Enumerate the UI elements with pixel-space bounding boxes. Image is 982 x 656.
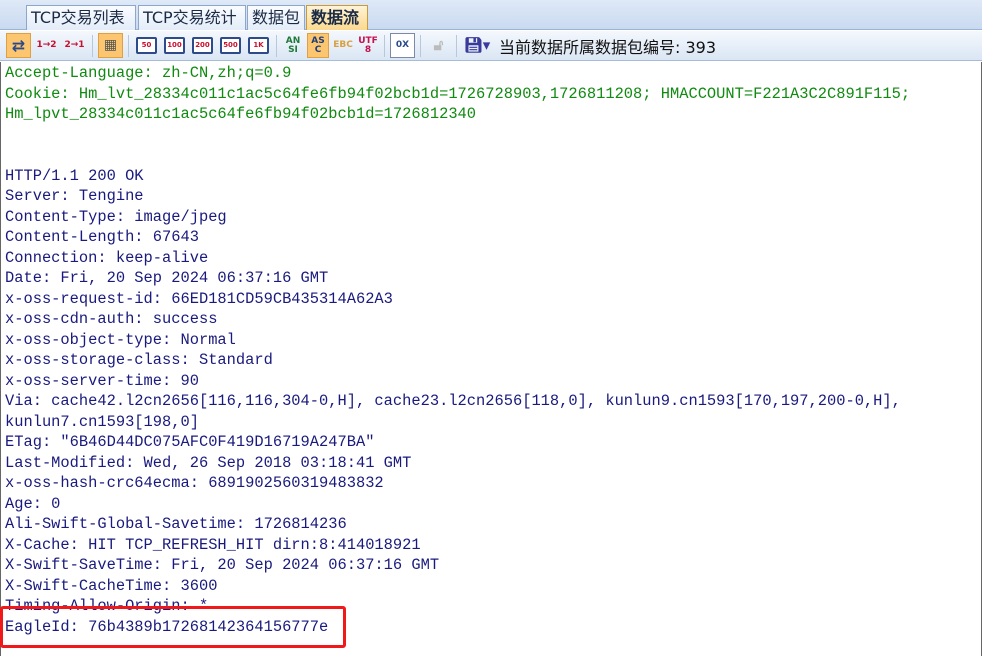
unlock-icon[interactable]: 🔓︎ [426, 33, 451, 58]
stream-line: Accept-Language: zh-CN,zh;q=0.9 [5, 64, 292, 82]
stream-line: Connection: keep-alive [5, 248, 209, 267]
data-stream-view[interactable]: Accept-Language: zh-CN,zh;q=0.9 Cookie: H… [0, 62, 982, 656]
stream-line: Age: 0 [5, 494, 61, 513]
stream-line: Cookie: Hm_lvt_28334c011c1ac5c64fe6fb94f… [5, 84, 911, 103]
current-packet-number: 当前数据所属数据包编号: 393 [499, 37, 717, 57]
stream-line: Date: Fri, 20 Sep 2024 06:37:16 GMT [5, 269, 329, 287]
stream-line: x-oss-object-type: Normal [5, 330, 236, 349]
limit-1k-icon: 1K [248, 37, 269, 54]
limit-50-icon: 50 [136, 37, 157, 54]
direction-1-to-2-icon[interactable]: 1→2 [34, 33, 59, 58]
toolbar: ⇄ 1→2 2→1 ▦ 50 100 200 500 1K ANSI ASC E… [0, 31, 982, 61]
ebcdic-encoding-icon[interactable]: EBC [332, 33, 354, 58]
ansi-encoding-icon[interactable]: ANSI [282, 33, 304, 58]
limit-1k-button[interactable]: 1K [246, 33, 271, 58]
stream-line: Via: cache42.l2cn2656[116,116,304-0,H], … [5, 392, 901, 410]
request-lines: Accept-Language: zh-CN,zh;q=0.9 Cookie: H… [5, 63, 981, 166]
separator [420, 34, 421, 57]
ascii-encoding-icon[interactable]: ASC [307, 33, 329, 58]
tab-packets[interactable]: 数据包 [247, 5, 305, 30]
tab-tcp-transaction-list[interactable]: TCP交易列表 [26, 5, 136, 30]
separator [92, 34, 93, 57]
stream-line [5, 125, 981, 146]
limit-100-icon: 100 [164, 37, 185, 54]
tab-bar: TCP交易列表 TCP交易统计 数据包 数据流 [0, 0, 982, 30]
limit-500-button[interactable]: 500 [218, 33, 243, 58]
limit-200-icon: 200 [192, 37, 213, 54]
limit-500-icon: 500 [220, 37, 241, 54]
highlight-box [0, 606, 346, 648]
stream-line: Content-Type: image/jpeg [5, 207, 227, 226]
limit-100-button[interactable]: 100 [162, 33, 187, 58]
stream-line: Server: Tengine [5, 187, 144, 205]
stream-line: Hm_lpvt_28334c011c1ac5c64fe6fb94f02bcb1d… [5, 105, 477, 123]
stream-line: X-Swift-CacheTime: 3600 [5, 576, 218, 595]
utf8-encoding-icon[interactable]: UTF8 [357, 33, 379, 58]
stream-line: Content-Length: 67643 [5, 228, 199, 246]
separator [456, 34, 457, 57]
hex-view-icon[interactable]: 0X [390, 33, 415, 58]
stream-line: x-oss-cdn-auth: success [5, 310, 218, 328]
stream-line: x-oss-server-time: 90 [5, 371, 199, 390]
separator [276, 34, 277, 57]
stream-line: ETag: "6B46D44DC075AFC0F419D16719A247BA" [5, 433, 375, 451]
bidirectional-arrows-icon[interactable]: ⇄ [6, 33, 31, 58]
separator [128, 34, 129, 57]
direction-2-to-1-icon[interactable]: 2→1 [62, 33, 87, 58]
stream-line: x-oss-request-id: 66ED181CD59CB435314A62… [5, 289, 393, 308]
stream-line: kunlun7.cn1593[198,0] [5, 412, 199, 431]
tab-data-stream[interactable]: 数据流 [306, 5, 368, 30]
stream-line: x-oss-hash-crc64ecma: 689190256031948383… [5, 474, 384, 492]
limit-50-button[interactable]: 50 [134, 33, 159, 58]
grid-view-icon[interactable]: ▦ [98, 33, 123, 58]
separator [384, 34, 385, 57]
limit-200-button[interactable]: 200 [190, 33, 215, 58]
save-edit-icon[interactable]: 💾︎▾ [462, 33, 492, 58]
tab-tcp-transaction-stats[interactable]: TCP交易统计 [138, 5, 246, 30]
stream-line: X-Cache: HIT TCP_REFRESH_HIT dirn:8:4140… [5, 535, 421, 554]
stream-line: X-Swift-SaveTime: Fri, 20 Sep 2024 06:37… [5, 556, 440, 574]
stream-line: Ali-Swift-Global-Savetime: 1726814236 [5, 515, 347, 533]
stream-line: Last-Modified: Wed, 26 Sep 2018 03:18:41… [5, 453, 412, 472]
stream-line: x-oss-storage-class: Standard [5, 351, 273, 369]
stream-line [5, 145, 981, 166]
stream-line: HTTP/1.1 200 OK [5, 166, 144, 185]
response-lines: HTTP/1.1 200 OK Server: Tengine Content-Ty… [5, 166, 981, 638]
